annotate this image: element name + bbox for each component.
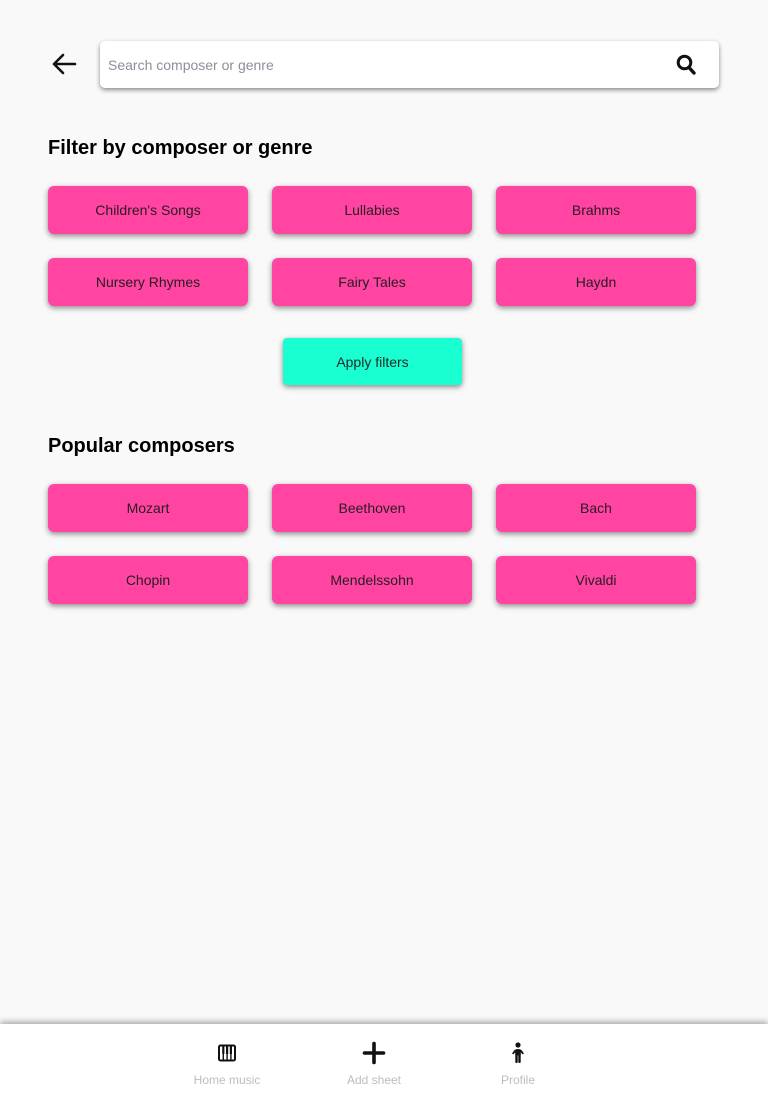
piano-icon [218, 1044, 236, 1062]
arrow-left-icon [52, 53, 77, 75]
nav-item-add-sheet[interactable]: Add sheet [334, 1024, 414, 1101]
composer-chip[interactable]: Mendelssohn [272, 556, 472, 604]
filter-chip[interactable]: Lullabies [272, 186, 472, 234]
composer-chip[interactable]: Beethoven [272, 484, 472, 532]
search-icon[interactable] [676, 54, 696, 76]
child-icon [512, 1042, 524, 1063]
search-bar [100, 41, 719, 88]
nav-item-label: Add sheet [346, 1073, 402, 1087]
popular-section-title: Popular composers [48, 435, 235, 457]
composer-chip[interactable]: Mozart [48, 484, 248, 532]
nav-item-home-music[interactable]: Home music [187, 1024, 267, 1101]
apply-filters-button[interactable]: Apply filters [283, 338, 462, 385]
bottom-nav: Home music Add sheet Profile [0, 1024, 768, 1101]
plus-icon [362, 1041, 386, 1065]
nav-item-label: Home music [193, 1073, 261, 1087]
back-button[interactable] [48, 48, 80, 80]
filter-section-title: Filter by composer or genre [48, 137, 313, 159]
nav-item-profile[interactable]: Profile [496, 1024, 540, 1101]
filter-chip[interactable]: Haydn [496, 258, 696, 306]
filter-chip[interactable]: Brahms [496, 186, 696, 234]
filter-chip[interactable]: Children's Songs [48, 186, 248, 234]
composer-chip[interactable]: Bach [496, 484, 696, 532]
filter-chip[interactable]: Nursery Rhymes [48, 258, 248, 306]
search-input[interactable] [108, 41, 648, 88]
filter-chip[interactable]: Fairy Tales [272, 258, 472, 306]
composer-chip[interactable]: Vivaldi [496, 556, 696, 604]
composer-chip[interactable]: Chopin [48, 556, 248, 604]
nav-item-label: Profile [500, 1073, 535, 1087]
